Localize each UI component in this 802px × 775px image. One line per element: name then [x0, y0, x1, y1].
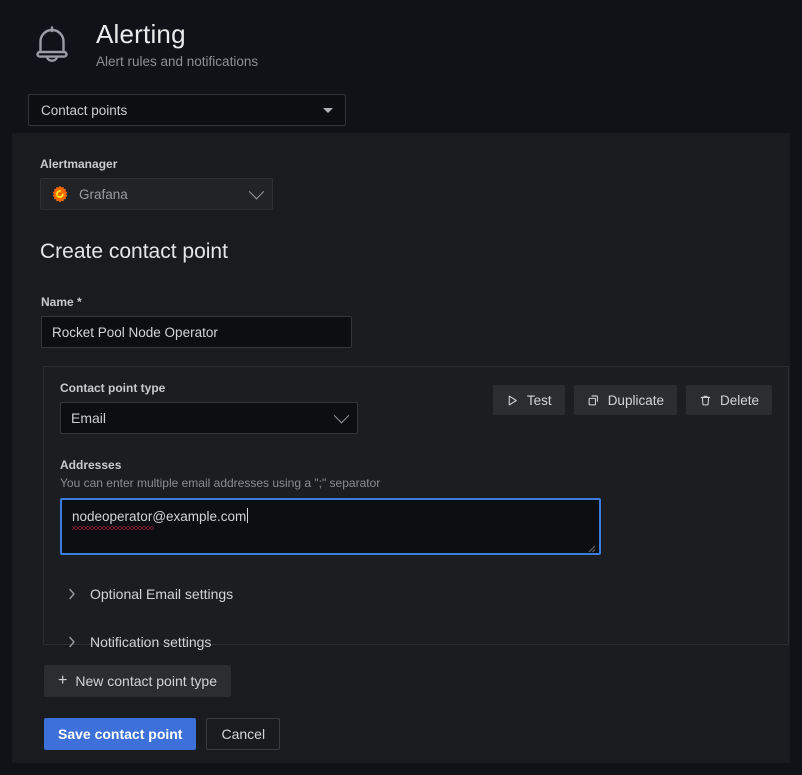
page-title: Alerting: [96, 18, 258, 50]
page-header: Alerting Alert rules and notifications: [0, 0, 802, 78]
contact-point-type-label: Contact point type: [60, 381, 358, 395]
name-input[interactable]: Rocket Pool Node Operator: [41, 316, 352, 348]
alertmanager-select[interactable]: Grafana: [40, 178, 273, 210]
alertmanager-label: Alertmanager: [40, 157, 774, 171]
delete-button-label: Delete: [720, 393, 759, 408]
header-text: Alerting Alert rules and notifications: [96, 16, 258, 71]
tab-select-value: Contact points: [41, 103, 127, 118]
addresses-description: You can enter multiple email addresses u…: [60, 476, 772, 491]
chevron-right-icon: [64, 636, 80, 648]
create-contact-point-title: Create contact point: [28, 210, 774, 265]
chevron-down-icon: [249, 183, 265, 199]
duplicate-button[interactable]: Duplicate: [574, 385, 677, 415]
content-panel: Alertmanager Grafana Create contact poin…: [12, 133, 790, 763]
test-button-label: Test: [527, 393, 552, 408]
contact-point-type-select[interactable]: Email: [60, 402, 358, 434]
page-subtitle: Alert rules and notifications: [96, 53, 258, 71]
alertmanager-block: Alertmanager Grafana: [28, 151, 774, 210]
optional-email-settings-label: Optional Email settings: [90, 586, 233, 602]
bell-icon: [28, 20, 76, 68]
chevron-right-icon: [64, 588, 80, 600]
duplicate-button-label: Duplicate: [608, 393, 664, 408]
cancel-button[interactable]: Cancel: [206, 718, 280, 750]
alerting-page: Alerting Alert rules and notifications C…: [0, 0, 802, 775]
caret-down-icon: [323, 108, 333, 113]
notification-settings-toggle[interactable]: Notification settings: [60, 631, 772, 653]
notification-settings-label: Notification settings: [90, 634, 211, 650]
resize-handle-icon[interactable]: [586, 540, 596, 550]
contact-point-card: Contact point type Email Test: [43, 366, 789, 645]
footer-actions: Save contact point Cancel: [28, 697, 774, 750]
alertmanager-value: Grafana: [79, 187, 128, 202]
card-top-row: Contact point type Email Test: [60, 381, 772, 434]
save-contact-point-label: Save contact point: [58, 726, 182, 742]
chevron-down-icon: [334, 407, 350, 423]
name-block: Name * Rocket Pool Node Operator: [28, 265, 774, 348]
plus-icon: +: [58, 673, 67, 689]
card-actions: Test Duplicate: [493, 381, 772, 415]
delete-button[interactable]: Delete: [686, 385, 772, 415]
addresses-textarea-value: nodeoperator@example.com: [72, 508, 246, 526]
text-cursor: [247, 508, 248, 523]
contact-point-type-value: Email: [71, 410, 106, 426]
grafana-logo-icon: [51, 185, 69, 203]
new-contact-point-type-label: New contact point type: [75, 673, 217, 689]
name-label: Name *: [41, 295, 774, 309]
addresses-block: Addresses You can enter multiple email a…: [60, 434, 772, 555]
save-contact-point-button[interactable]: Save contact point: [44, 718, 196, 750]
contact-point-type-block: Contact point type Email: [60, 381, 358, 434]
addresses-label: Addresses: [60, 458, 772, 472]
contact-points-tab-select[interactable]: Contact points: [28, 94, 346, 126]
new-contact-point-type-button[interactable]: + New contact point type: [44, 665, 231, 697]
optional-email-settings-toggle[interactable]: Optional Email settings: [60, 583, 772, 605]
spellcheck-underline: [72, 526, 154, 530]
tab-select-wrapper: Contact points: [0, 78, 802, 126]
test-button[interactable]: Test: [493, 385, 565, 415]
name-input-value: Rocket Pool Node Operator: [52, 325, 218, 340]
addresses-textarea[interactable]: nodeoperator@example.com: [60, 498, 601, 555]
cancel-button-label: Cancel: [221, 726, 265, 742]
